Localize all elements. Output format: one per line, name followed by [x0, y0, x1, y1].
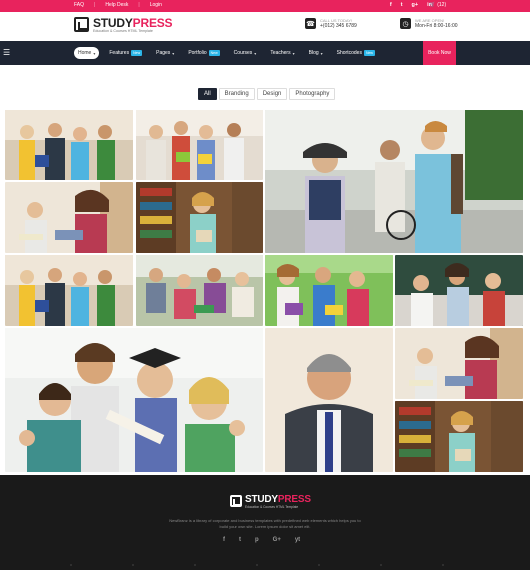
logo-book-icon	[74, 17, 89, 32]
nav-item-courses[interactable]: Courses ▾	[230, 47, 261, 59]
google-plus-icon[interactable]: G+	[273, 537, 281, 543]
filter-photography[interactable]: Photography	[289, 88, 336, 100]
logo-book-icon	[230, 495, 242, 507]
nav-label: Courses	[233, 50, 253, 56]
nav-label: Teachers	[270, 50, 291, 56]
nav-label: Portfolio	[188, 50, 207, 56]
footer-social: f t p G+ yt	[223, 537, 300, 543]
logo-text: STUDYPRESS	[93, 16, 173, 30]
nav-item-blog[interactable]: Blog ▾	[305, 47, 327, 59]
new-badge: New	[131, 50, 143, 56]
top-bar: FAQ | Help Desk | Login f t g+ in 🛒 (12)	[0, 0, 530, 12]
site-footer: STUDYPRESS Education & Courses HTML Temp…	[0, 475, 530, 570]
footer-divider	[70, 564, 470, 566]
nav-label: Home	[78, 50, 92, 56]
call-number: +(012) 345 6789	[320, 23, 357, 29]
divider: |	[94, 2, 96, 8]
gallery-item-students-with-books[interactable]	[136, 110, 263, 180]
faq-link[interactable]: FAQ	[74, 2, 84, 8]
book-now-button[interactable]: Book Now	[423, 41, 456, 65]
filter-design[interactable]: Design	[256, 88, 288, 100]
chevron-down-icon: ▾	[292, 50, 295, 56]
footer-logo-press: PRESS	[277, 494, 311, 505]
clock-icon: ◷	[400, 18, 411, 29]
nav-label: Features	[109, 50, 130, 56]
call-us: ☎ CALL US TODAY! +(012) 345 6789	[305, 18, 357, 29]
gallery-item-students-group-hallway-2[interactable]	[5, 255, 133, 326]
nav-label: Shortcodes	[336, 50, 362, 56]
portfolio-filters: All Branding Design Photography	[198, 88, 336, 100]
chevron-down-icon: ▾	[93, 50, 96, 56]
filter-all[interactable]: All	[198, 88, 217, 100]
gallery-item-student-library-reading-2[interactable]	[395, 328, 523, 399]
gallery-item-students-group-hallway[interactable]	[5, 110, 133, 180]
youtube-icon[interactable]: yt	[295, 537, 300, 543]
gallery-item-student-library-shelves[interactable]	[136, 182, 263, 253]
portfolio-gallery	[0, 0, 530, 475]
filter-branding[interactable]: Branding	[218, 88, 255, 100]
nav-item-shortcodes[interactable]: Shortcodes New	[333, 47, 379, 59]
footer-logo[interactable]: STUDYPRESS Education & Courses HTML Temp…	[230, 495, 311, 510]
footer-logo-tagline: Education & Courses HTML Template	[245, 505, 299, 509]
nav-label: Blog	[308, 50, 319, 56]
gallery-item-students-study-group[interactable]	[265, 255, 393, 326]
login-link[interactable]: Login	[150, 2, 162, 8]
chevron-down-icon: ▾	[172, 50, 175, 56]
gallery-item-graduates-selfie[interactable]	[5, 328, 263, 472]
pinterest-icon[interactable]: p	[255, 537, 259, 543]
top-social: f t g+ in	[390, 2, 432, 8]
main-nav: ☰ Home ▾ Features New Pages ▾ Portfolio New …	[0, 41, 530, 65]
nav-menu: Home ▾ Features New Pages ▾ Portfolio New Co…	[74, 47, 379, 59]
help-desk-link[interactable]: Help Desk	[105, 2, 128, 8]
gallery-item-student-library-shelves-2[interactable]	[395, 401, 523, 472]
chevron-down-icon: ▾	[254, 50, 257, 56]
new-badge: New	[208, 50, 220, 56]
footer-logo-text: STUDYPRESS	[245, 495, 311, 505]
gallery-item-students-classroom[interactable]	[395, 255, 523, 326]
hamburger-icon[interactable]: ☰	[3, 49, 11, 57]
cart-icon: 🛒	[429, 2, 436, 8]
divider: |	[138, 2, 140, 8]
gallery-item-student-library-reading[interactable]	[5, 182, 133, 253]
nav-item-pages[interactable]: Pages ▾	[152, 47, 178, 59]
nav-item-features[interactable]: Features New	[105, 47, 146, 59]
gallery-item-students-walking-campus[interactable]	[265, 110, 523, 253]
nav-item-home[interactable]: Home ▾	[74, 47, 100, 59]
facebook-icon[interactable]: f	[390, 2, 392, 8]
logo-study: STUDY	[93, 16, 133, 30]
chevron-down-icon: ▾	[320, 50, 323, 56]
new-badge: New	[363, 50, 375, 56]
site-header: STUDYPRESS Education & Courses HTML Temp…	[0, 12, 530, 41]
cart-button[interactable]: 🛒 (12)	[429, 2, 446, 8]
twitter-icon[interactable]: t	[401, 2, 403, 8]
phone-icon: ☎	[305, 18, 316, 29]
gallery-item-students-sitting-outdoors[interactable]	[136, 255, 263, 326]
gallery-item-smiling-teacher-portrait[interactable]	[265, 328, 393, 472]
facebook-icon[interactable]: f	[223, 537, 225, 543]
nav-item-teachers[interactable]: Teachers ▾	[266, 47, 298, 59]
footer-description: NewBranz is a library of corporate and b…	[169, 518, 361, 529]
cart-count: (12)	[437, 2, 447, 8]
open-hours: Mon-Fri 8:00-16:00	[415, 23, 458, 29]
nav-item-portfolio[interactable]: Portfolio New	[184, 47, 223, 59]
twitter-icon[interactable]: t	[239, 537, 241, 543]
logo-press: PRESS	[132, 16, 173, 30]
top-links: FAQ | Help Desk | Login	[74, 2, 162, 8]
site-logo[interactable]: STUDYPRESS Education & Courses HTML Temp…	[74, 16, 173, 34]
footer-logo-study: STUDY	[245, 494, 278, 505]
nav-label: Pages	[156, 50, 171, 56]
google-plus-icon[interactable]: g+	[412, 2, 419, 8]
opening-hours: ◷ WE ARE OPEN! Mon-Fri 8:00-16:00	[400, 18, 458, 29]
